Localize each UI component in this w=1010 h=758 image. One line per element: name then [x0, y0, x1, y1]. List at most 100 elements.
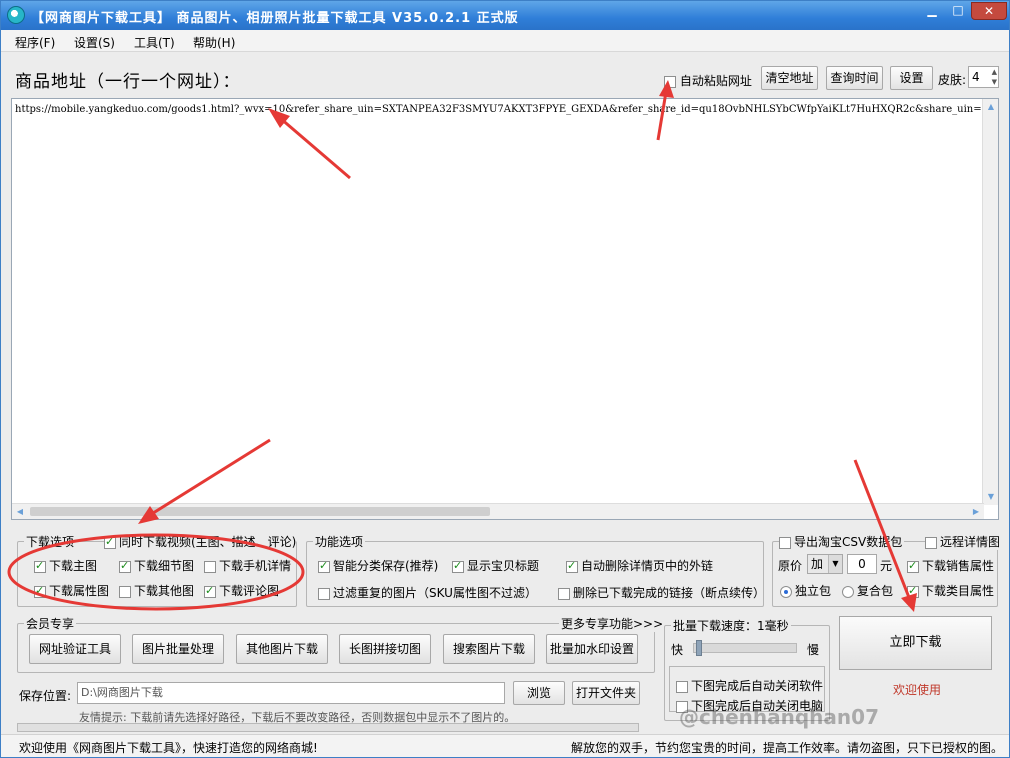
- single-pack-radio[interactable]: [780, 585, 792, 598]
- option-remove-links[interactable]: 自动删除详情页中的外链: [566, 557, 713, 574]
- download-options-group: 下载选项 同时下载视频(主图、描述、评论) 下载主图 下载细节图 下载手机详情 …: [17, 533, 297, 607]
- option-show-title[interactable]: 显示宝贝标题: [452, 557, 539, 574]
- url-line: https://mobile.yangkeduo.com/goods1.html…: [15, 104, 985, 115]
- smart-classify-checkbox[interactable]: [318, 559, 330, 573]
- mobile-detail-checkbox[interactable]: [204, 560, 216, 573]
- price-value-input[interactable]: 0: [847, 554, 877, 574]
- remote-detail-checkbox[interactable]: [925, 536, 937, 549]
- skin-spinner[interactable]: 4 ▲ ▼: [968, 66, 999, 88]
- chevron-down-icon[interactable]: ▼: [828, 555, 842, 573]
- menu-help[interactable]: 帮助(H): [193, 34, 235, 51]
- option-filter-duplicates[interactable]: 过滤重复的图片（SKU属性图不过滤）: [318, 584, 537, 601]
- remote-detail-option[interactable]: 远程详情图: [925, 533, 1003, 550]
- window-title: 【网商图片下载工具】 商品图片、相册照片批量下载工具 V35.0.2.1 正式版: [31, 11, 519, 26]
- option-review-image[interactable]: 下载评论图: [204, 582, 279, 599]
- scroll-down-icon[interactable]: ▼: [983, 489, 999, 505]
- option-smart-classify[interactable]: 智能分类保存(推荐): [318, 557, 438, 574]
- sales-attr-checkbox[interactable]: [907, 559, 919, 573]
- review-image-label: 下载评论图: [219, 584, 280, 598]
- scroll-right-icon[interactable]: ▶: [968, 504, 984, 520]
- detail-image-label: 下载细节图: [134, 559, 195, 573]
- scroll-left-icon[interactable]: ◀: [12, 504, 28, 520]
- other-image-download-button[interactable]: 其他图片下载: [236, 634, 328, 664]
- main-image-checkbox[interactable]: [34, 559, 46, 573]
- option-main-image[interactable]: 下载主图: [34, 557, 97, 574]
- skin-value: 4: [972, 70, 980, 84]
- close-button[interactable]: ✕: [971, 2, 1007, 20]
- browse-button[interactable]: 浏览: [513, 681, 565, 705]
- sales-attr-label: 下载销售属性: [922, 559, 995, 573]
- speed-title: 批量下载速度：1毫秒: [671, 617, 791, 634]
- settings-button[interactable]: 设置: [890, 66, 933, 90]
- menu-program[interactable]: 程序(F): [15, 34, 55, 51]
- status-right: 解放您的双手，节约您宝贵的时间，提高工作效率。请勿盗图，只下已授权的图。: [570, 741, 1003, 755]
- combo-pack-radio[interactable]: [842, 585, 854, 598]
- single-pack-option[interactable]: 独立包: [780, 582, 831, 599]
- sales-attr-option[interactable]: 下载销售属性: [907, 557, 994, 574]
- remove-links-checkbox[interactable]: [566, 559, 578, 573]
- query-time-button[interactable]: 查询时间: [826, 66, 883, 90]
- scroll-up-icon[interactable]: ▲: [983, 99, 999, 115]
- show-title-label: 显示宝贝标题: [467, 559, 540, 573]
- function-options-group: 功能选项 智能分类保存(推荐) 显示宝贝标题 自动删除详情页中的外链 过滤重复的…: [306, 533, 765, 607]
- status-bar: 欢迎使用《网商图片下载工具》，快速打造您的网络商城! 解放您的双手，节约您宝贵的…: [1, 734, 1009, 757]
- welcome-text: 欢迎使用: [893, 683, 942, 697]
- combo-pack-option[interactable]: 复合包: [842, 582, 893, 599]
- option-other-image[interactable]: 下载其他图: [119, 582, 194, 599]
- menu-settings[interactable]: 设置(S): [74, 34, 115, 51]
- search-image-download-button[interactable]: 搜索图片下载: [443, 634, 535, 664]
- filter-duplicates-label: 过滤重复的图片（SKU属性图不过滤）: [333, 586, 537, 600]
- horizontal-scroll-thumb[interactable]: [30, 507, 490, 516]
- delete-completed-checkbox[interactable]: [558, 587, 570, 600]
- url-verify-button[interactable]: 网址验证工具: [29, 634, 121, 664]
- price-operator-select[interactable]: 加 ▼: [807, 554, 843, 574]
- category-attr-option[interactable]: 下载类目属性: [907, 582, 994, 599]
- auto-paste-option[interactable]: 自动粘贴网址: [664, 72, 752, 89]
- main-image-label: 下载主图: [49, 559, 98, 573]
- other-image-label: 下载其他图: [134, 584, 195, 598]
- minimize-button[interactable]: ▁: [919, 2, 945, 20]
- show-title-checkbox[interactable]: [452, 559, 464, 573]
- review-image-checkbox[interactable]: [204, 584, 216, 598]
- app-logo-icon: [7, 6, 25, 24]
- video-option-label: 同时下载视频(主图、描述、评论): [119, 535, 297, 549]
- clear-urls-button[interactable]: 清空地址: [761, 66, 818, 90]
- detail-image-checkbox[interactable]: [119, 559, 131, 573]
- url-textarea[interactable]: https://mobile.yangkeduo.com/goods1.html…: [11, 98, 999, 520]
- batch-watermark-button[interactable]: 批量加水印设置: [546, 634, 638, 664]
- save-path-input[interactable]: D:\网商图片下载: [77, 682, 505, 704]
- function-options-title: 功能选项: [313, 533, 366, 550]
- open-folder-button[interactable]: 打开文件夹: [572, 681, 640, 705]
- option-attribute-image[interactable]: 下载属性图: [34, 582, 109, 599]
- category-attr-label: 下载类目属性: [922, 584, 995, 598]
- save-location-label: 保存位置:: [19, 689, 72, 703]
- auto-close-software-checkbox[interactable]: [676, 680, 688, 693]
- export-csv-checkbox[interactable]: [779, 536, 791, 549]
- download-now-button[interactable]: 立即下载: [839, 616, 992, 670]
- video-option[interactable]: 同时下载视频(主图、描述、评论): [104, 533, 297, 550]
- auto-close-software-option[interactable]: 下图完成后自动关闭软件: [676, 677, 823, 694]
- auto-paste-checkbox[interactable]: [664, 75, 676, 88]
- more-features-link[interactable]: 更多专享功能>>>: [559, 615, 666, 632]
- speed-slow-label: 慢: [807, 643, 820, 657]
- option-mobile-detail[interactable]: 下载手机详情: [204, 557, 291, 574]
- export-csv-option[interactable]: 导出淘宝CSV数据包: [779, 533, 905, 550]
- download-options-title: 下载选项: [24, 533, 77, 550]
- option-delete-completed[interactable]: 删除已下载完成的链接（断点续传）: [558, 584, 765, 601]
- category-attr-checkbox[interactable]: [907, 584, 919, 598]
- speed-slider-thumb[interactable]: [696, 640, 702, 656]
- speed-slider[interactable]: [693, 640, 797, 656]
- long-image-stitch-button[interactable]: 长图拼接切图: [339, 634, 431, 664]
- smart-classify-label: 智能分类保存(推荐): [333, 559, 439, 573]
- spin-arrows-icon[interactable]: ▲ ▼: [992, 67, 997, 87]
- batch-image-process-button[interactable]: 图片批量处理: [132, 634, 224, 664]
- maximize-button[interactable]: □: [945, 2, 971, 20]
- menu-tools[interactable]: 工具(T): [134, 34, 175, 51]
- filter-duplicates-checkbox[interactable]: [318, 587, 330, 600]
- other-image-checkbox[interactable]: [119, 585, 131, 598]
- option-detail-image[interactable]: 下载细节图: [119, 557, 194, 574]
- attribute-image-checkbox[interactable]: [34, 584, 46, 598]
- horizontal-scrollbar[interactable]: ◀ ▶: [12, 503, 984, 519]
- video-checkbox[interactable]: [104, 535, 116, 549]
- vertical-scrollbar[interactable]: ▲ ▼: [982, 99, 998, 505]
